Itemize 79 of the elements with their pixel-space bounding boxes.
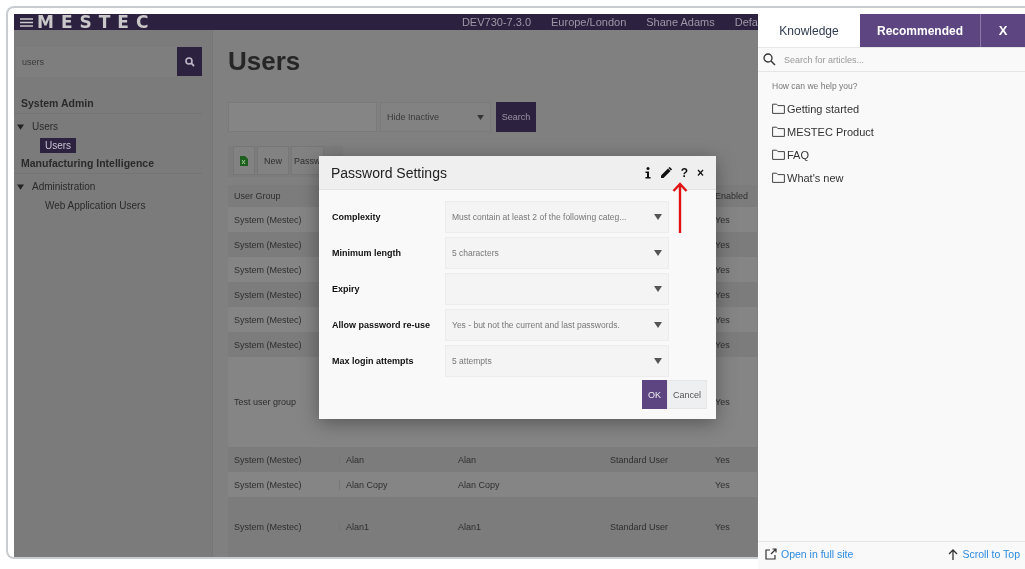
tree-item[interactable]: Web Application Users	[40, 198, 151, 213]
table-cell-text: Yes	[714, 214, 731, 225]
spreadsheet-icon	[240, 155, 248, 166]
table-cell-text: Yes	[714, 397, 731, 407]
table-cell-text: Yes	[714, 454, 731, 465]
section-heading: Manufacturing Intelligence	[14, 157, 202, 174]
caret-icon	[654, 214, 662, 220]
help-prompt: How can we help you?	[771, 80, 859, 93]
tree-item[interactable]: Users	[32, 121, 59, 132]
scroll-to-top-link[interactable]: Scroll to Top	[948, 548, 1020, 560]
dropdown[interactable]: 5 characters	[445, 237, 669, 269]
table-cell-text: Yes	[714, 479, 731, 490]
top-bar-item[interactable]: Shane Adams	[646, 16, 715, 28]
external-link-icon	[765, 548, 777, 560]
open-full-site-link[interactable]: Open in full site	[765, 548, 854, 560]
top-bar-item[interactable]: Europe/London	[551, 16, 627, 28]
ok-button[interactable]: OK	[642, 380, 667, 409]
table-cell-text: Alan Copy	[345, 479, 389, 490]
table-cell-text: Yes	[714, 264, 731, 275]
expanded-icon[interactable]	[17, 123, 24, 130]
table-cell-text: Standard User	[609, 454, 670, 465]
folder-icon	[772, 103, 785, 114]
dropdown[interactable]: 5 attempts	[445, 345, 669, 377]
status-select[interactable]: Hide Inactive	[380, 102, 491, 132]
close-button[interactable]: ×	[697, 166, 704, 179]
table-cell-text: Yes	[714, 239, 731, 250]
tree-item[interactable]: Users	[40, 138, 77, 153]
table-cell-text: Yes	[714, 314, 731, 325]
search-icon	[184, 56, 195, 67]
top-bar-item[interactable]: DEV730-7.3.0	[461, 16, 531, 28]
caret-icon	[654, 322, 662, 328]
menu-icon[interactable]	[20, 16, 33, 28]
page-title: Users	[228, 46, 302, 78]
tab[interactable]: Knowledge	[758, 14, 860, 47]
table-cell: System (Mestec)	[228, 522, 340, 532]
export-button[interactable]	[233, 146, 255, 175]
table-cell-text: Alan1	[345, 522, 371, 532]
folder-link[interactable]: Getting started	[772, 97, 1025, 120]
info-icon[interactable]	[644, 166, 651, 179]
close-button[interactable]: X	[980, 14, 1025, 47]
table-cell: System (Mestec)	[228, 454, 340, 465]
toolbar-button[interactable]: New	[257, 146, 289, 175]
dropdown[interactable]: Must contain at least 2 of the following categ...	[445, 201, 669, 233]
table-cell-text: Alan	[457, 454, 477, 465]
caret-icon	[477, 114, 484, 120]
search-button[interactable]	[177, 47, 202, 76]
field-label: Minimum length	[332, 248, 402, 258]
table-cell-text: Alan	[345, 454, 365, 465]
table-cell-text: Yes	[714, 289, 731, 300]
table-cell-text: Standard User	[609, 522, 670, 532]
up-arrow-icon	[948, 548, 959, 560]
folder-link[interactable]: What's new	[772, 166, 1025, 189]
table-cell-text: Alan1	[457, 522, 483, 532]
help-button[interactable]: ?	[680, 166, 688, 179]
table-cell-text: Alan Copy	[457, 479, 501, 490]
folder-icon	[772, 149, 785, 160]
top-bar-item[interactable]: Defa	[734, 16, 758, 28]
logo: MESTEC	[37, 14, 156, 30]
caret-icon	[654, 286, 662, 292]
folder-link[interactable]: MESTEC Product	[772, 120, 1025, 143]
folder-link[interactable]: FAQ	[772, 143, 1025, 166]
search-icon	[763, 53, 776, 66]
tab[interactable]: Recommended	[860, 14, 980, 47]
pencil-icon[interactable]	[659, 166, 672, 179]
dialog-title: Password Settings	[331, 164, 447, 181]
field-label: Max login attempts	[332, 356, 415, 366]
tree-item[interactable]: Administration	[32, 181, 96, 192]
folder-icon	[772, 172, 785, 183]
article-search-field[interactable]: Search for articles...	[782, 53, 1006, 66]
folder-icon	[772, 126, 785, 137]
annotation-arrow	[672, 182, 688, 234]
table-cell-text: Yes	[714, 522, 731, 532]
search-button[interactable]: Search	[496, 102, 536, 132]
expanded-icon[interactable]	[17, 183, 24, 190]
section-heading: System Admin	[14, 97, 202, 114]
table-cell: System (Mestec)	[228, 479, 340, 490]
table-cell-text: Yes	[714, 339, 731, 350]
dropdown[interactable]: Yes - but not the current and last passwords.	[445, 309, 669, 341]
cancel-button[interactable]: Cancel	[667, 380, 707, 409]
